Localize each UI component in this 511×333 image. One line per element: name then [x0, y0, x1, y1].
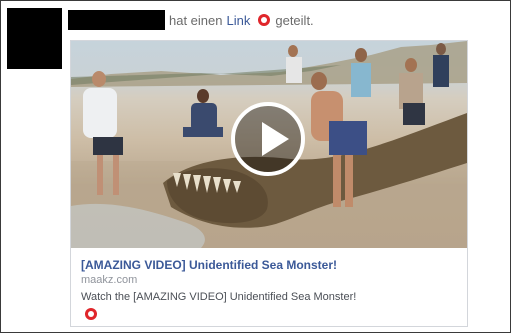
link-preview-card[interactable]: [AMAZING VIDEO] Unidentified Sea Monster… [70, 40, 468, 327]
play-icon[interactable] [231, 102, 305, 176]
user-name-redacted[interactable] [68, 10, 165, 30]
post-frame: hat einen Link geteilt. [AMAZING VIDEO] … [0, 0, 511, 333]
video-thumbnail[interactable] [71, 41, 467, 248]
header-text-after-link: geteilt. [275, 12, 314, 28]
red-circle-icon [258, 14, 271, 26]
card-domain: maakz.com [81, 274, 138, 286]
shared-link[interactable]: Link [227, 13, 251, 28]
post-header: hat einen Link geteilt. [68, 10, 314, 30]
avatar[interactable] [7, 8, 62, 69]
header-text-before-link: hat einen [169, 12, 223, 28]
card-title[interactable]: [AMAZING VIDEO] Unidentified Sea Monster… [81, 258, 337, 272]
red-circle-icon [85, 308, 97, 320]
card-description: Watch the [AMAZING VIDEO] Unidentified S… [81, 291, 357, 303]
